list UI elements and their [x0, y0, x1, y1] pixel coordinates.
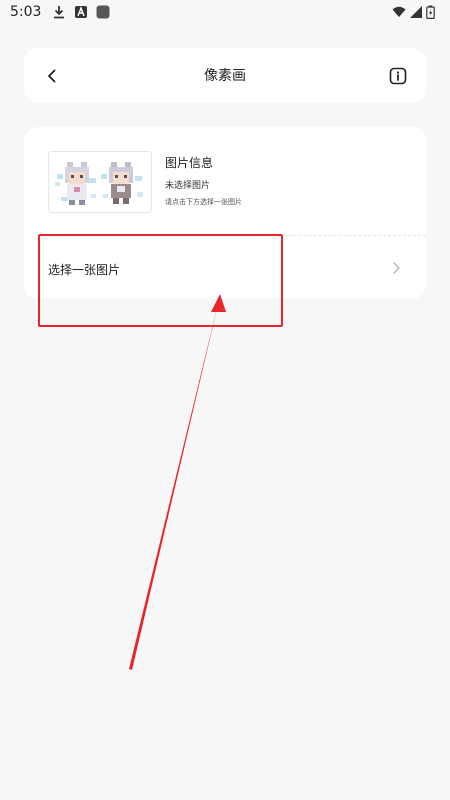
- signal-icon: [410, 6, 422, 18]
- a-badge-icon: [75, 6, 87, 18]
- preview-thumbnail[interactable]: [48, 151, 152, 213]
- image-hint-text: 请点击下方选择一张图片: [165, 198, 242, 206]
- app-icon: [96, 5, 110, 19]
- screen: 5:03 像素画 图片信息 未选择图片 请点击下方选择一张图片 选择一张图片: [0, 0, 450, 800]
- battery-icon: [426, 5, 435, 19]
- image-info-title: 图片信息: [165, 156, 214, 170]
- select-image-row[interactable]: 选择一张图片: [24, 237, 426, 299]
- info-icon: [389, 67, 407, 85]
- info-button[interactable]: [384, 62, 412, 90]
- annotation-arrow: [129, 294, 226, 670]
- wifi-icon: [392, 6, 406, 17]
- download-icon: [54, 6, 64, 19]
- page-title: 像素画: [204, 68, 246, 84]
- image-status-text: 未选择图片: [165, 181, 211, 191]
- select-image-label: 选择一张图片: [48, 263, 121, 277]
- status-bar: 5:03: [0, 0, 450, 26]
- divider: [199, 235, 426, 236]
- pixel-art-image: [49, 152, 151, 212]
- header-card: 像素画: [24, 48, 426, 103]
- chevron-right-icon: [393, 262, 400, 274]
- image-card: 图片信息 未选择图片 请点击下方选择一张图片 选择一张图片: [24, 127, 426, 299]
- status-time: 5:03: [10, 4, 42, 20]
